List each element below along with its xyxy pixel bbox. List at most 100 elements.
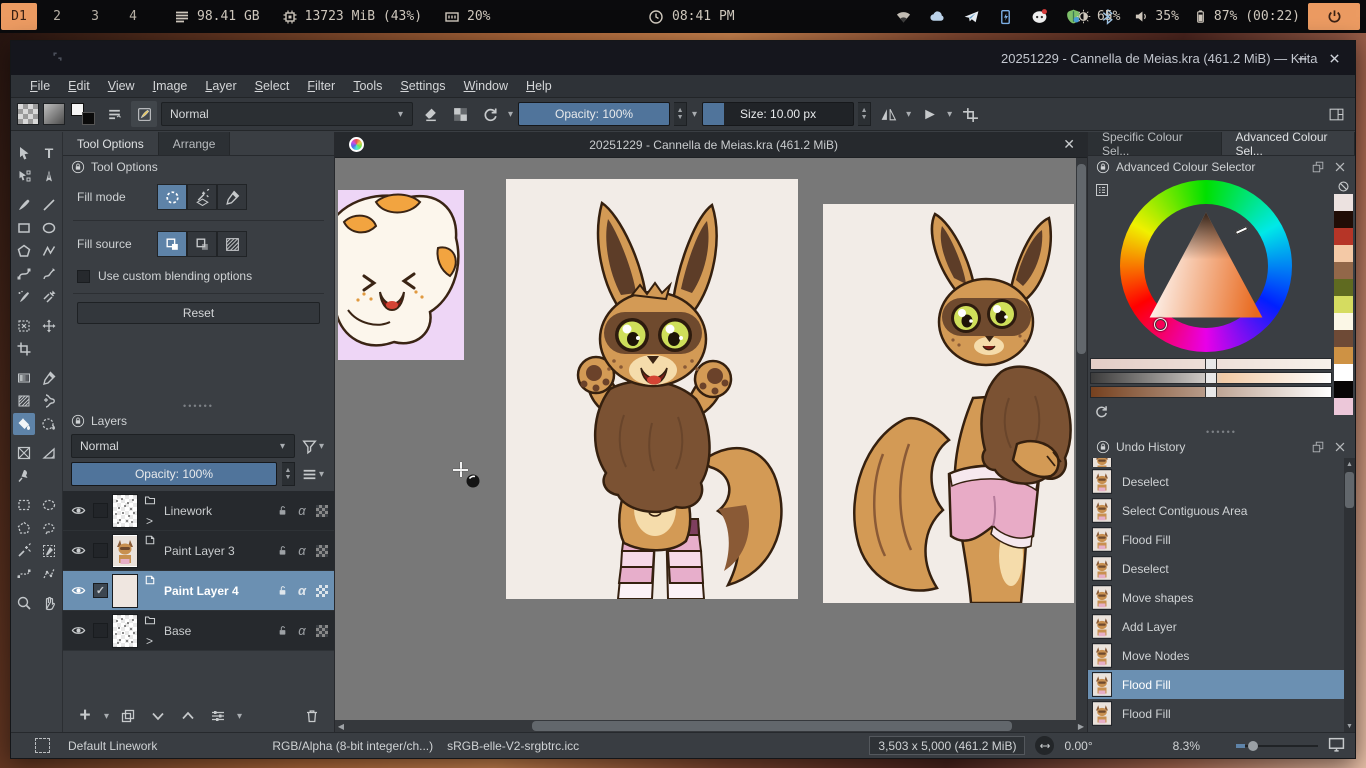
background-color[interactable] (82, 112, 95, 125)
opacity-dropdown-icon[interactable]: ▾ (691, 109, 698, 120)
add-layer-dropdown-icon[interactable]: ▾ (103, 711, 110, 722)
edit-shapes-tool[interactable] (13, 165, 35, 187)
reload-preset-button[interactable] (477, 101, 503, 127)
layer-opacity-spinner[interactable]: ▲▼ (282, 462, 295, 486)
fill-tool[interactable] (13, 413, 35, 435)
menu-select[interactable]: Select (246, 79, 299, 93)
ellipse-select-tool[interactable] (38, 494, 60, 516)
layer-options-button[interactable]: ▾ (300, 462, 326, 486)
undo-item-select-contiguous-area-2[interactable]: Select Contiguous Area (1088, 496, 1344, 525)
color-swatch-5[interactable] (1334, 279, 1353, 296)
menu-filter[interactable]: Filter (298, 79, 344, 93)
layer-opacity-slider[interactable]: Opacity: 100% (71, 462, 277, 486)
vertical-mirror-button[interactable] (916, 101, 942, 127)
close-docker-icon[interactable] (1333, 440, 1347, 454)
undo-scrollbar[interactable]: ▲ ▼ (1344, 458, 1355, 732)
duplicate-layer-button[interactable] (116, 704, 140, 728)
gradient-swatch[interactable] (43, 103, 65, 125)
pattern-edit-tool[interactable] (13, 390, 35, 412)
battery-icon[interactable] (1193, 9, 1208, 24)
reference-images-tool[interactable] (13, 465, 35, 487)
color-slider-3[interactable] (1090, 386, 1332, 398)
docker-lock-icon[interactable] (1096, 160, 1110, 174)
layer-lock-icon[interactable] (274, 544, 290, 557)
zoom-tool[interactable] (13, 592, 35, 614)
smart-patch-tool[interactable] (38, 390, 60, 412)
contiguous-select-tool[interactable] (13, 540, 35, 562)
vmirror-dropdown-icon[interactable]: ▾ (946, 109, 953, 120)
alpha-lock-icon[interactable]: α (294, 623, 310, 638)
layer-lock-icon[interactable] (274, 504, 290, 517)
layer-row-paint-layer-3[interactable]: Paint Layer 3α (63, 531, 334, 571)
measure-tool[interactable] (38, 442, 60, 464)
layer-lock-icon[interactable] (274, 584, 290, 597)
blending-mode-dropdown[interactable]: Normal ▾ (161, 102, 413, 126)
freehand-path-tool[interactable] (38, 263, 60, 285)
undo-item-add-layer-6[interactable]: Add Layer (1088, 612, 1344, 641)
color-swatch-8[interactable] (1334, 330, 1353, 347)
opacity-slider[interactable]: Opacity: 100% (518, 102, 670, 126)
bezier-select-tool[interactable] (13, 563, 35, 585)
tab-tool-options[interactable]: Tool Options (63, 132, 159, 155)
layer-row-base[interactable]: >Baseα (63, 611, 334, 651)
preserve-alpha-button[interactable] (447, 101, 473, 127)
polygon-select-tool[interactable] (13, 517, 35, 539)
polygon-tool[interactable] (13, 240, 35, 262)
hmirror-dropdown-icon[interactable]: ▾ (905, 109, 912, 120)
zoom-slider[interactable] (1236, 739, 1318, 753)
freehand-select-tool[interactable] (38, 517, 60, 539)
enclose-fill-tool[interactable] (38, 413, 60, 435)
wrap-around-button[interactable] (957, 101, 983, 127)
gradient-tool[interactable] (13, 367, 35, 389)
close-docker-icon[interactable] (1333, 160, 1347, 174)
document-tab[interactable]: 20251229 - Cannella de Meias.kra (461.2 … (335, 132, 1087, 158)
undo-item-move-shapes-5[interactable]: Move shapes (1088, 583, 1344, 612)
add-layer-button[interactable]: + (73, 704, 97, 728)
slider-handle[interactable] (1205, 372, 1217, 384)
fill-mode-similar-button[interactable] (217, 184, 247, 210)
float-docker-icon[interactable] (1311, 440, 1325, 454)
move-tool[interactable] (38, 315, 60, 337)
layer-checkbox[interactable] (93, 503, 108, 518)
wifi-icon[interactable] (895, 8, 912, 25)
undo-item-deselect-4[interactable]: Deselect (1088, 554, 1344, 583)
calligraphy-tool[interactable] (38, 165, 60, 187)
select-shapes-tool[interactable] (13, 142, 35, 164)
float-docker-icon[interactable] (1311, 160, 1325, 174)
workspace-button-4[interactable]: 4 (115, 3, 151, 30)
transform-tool[interactable] (13, 315, 35, 337)
color-swatch-9[interactable] (1334, 347, 1353, 364)
freehand-brush-tool[interactable] (13, 194, 35, 216)
color-swatch-3[interactable] (1334, 245, 1353, 262)
scroll-left-icon[interactable]: ◀ (335, 722, 347, 731)
polyline-tool[interactable] (38, 240, 60, 262)
layer-row-paint-layer-4[interactable]: ✓Paint Layer 4α (63, 571, 334, 611)
layer-filter-button[interactable]: ▾ (300, 434, 326, 458)
brush-presets-button[interactable] (101, 101, 127, 127)
color-swatch-10[interactable] (1334, 364, 1353, 381)
scroll-up-icon[interactable]: ▲ (1344, 458, 1355, 470)
pattern-swatch[interactable] (17, 103, 39, 125)
custom-blending-checkbox[interactable] (77, 270, 90, 283)
undo-item-flood-fill-9[interactable]: Flood Fill (1088, 699, 1344, 728)
layer-blending-dropdown[interactable]: Normal ▾ (71, 434, 295, 458)
color-swatch-2[interactable] (1334, 228, 1353, 245)
menu-tools[interactable]: Tools (344, 79, 391, 93)
color-history-reset-icon[interactable] (1094, 404, 1109, 422)
layer-visibility-icon[interactable] (67, 623, 89, 638)
layer-checkbox[interactable]: ✓ (93, 583, 108, 598)
color-swatch-12[interactable] (1334, 398, 1353, 415)
horizontal-mirror-button[interactable] (875, 101, 901, 127)
vscroll-handle[interactable] (1077, 164, 1086, 354)
docker-lock-icon[interactable] (1096, 440, 1110, 454)
undo-item-deselect-1[interactable]: Deselect (1088, 467, 1344, 496)
pan-tool[interactable] (38, 592, 60, 614)
line-tool[interactable] (38, 194, 60, 216)
size-spinner[interactable]: ▲▼ (858, 102, 871, 126)
menu-layer[interactable]: Layer (196, 79, 245, 93)
menu-settings[interactable]: Settings (391, 79, 454, 93)
brightness-icon[interactable] (1076, 9, 1091, 24)
layer-visibility-icon[interactable] (67, 543, 89, 558)
fill-mode-all-layers-button[interactable] (187, 184, 217, 210)
magnetic-select-tool[interactable] (38, 563, 60, 585)
